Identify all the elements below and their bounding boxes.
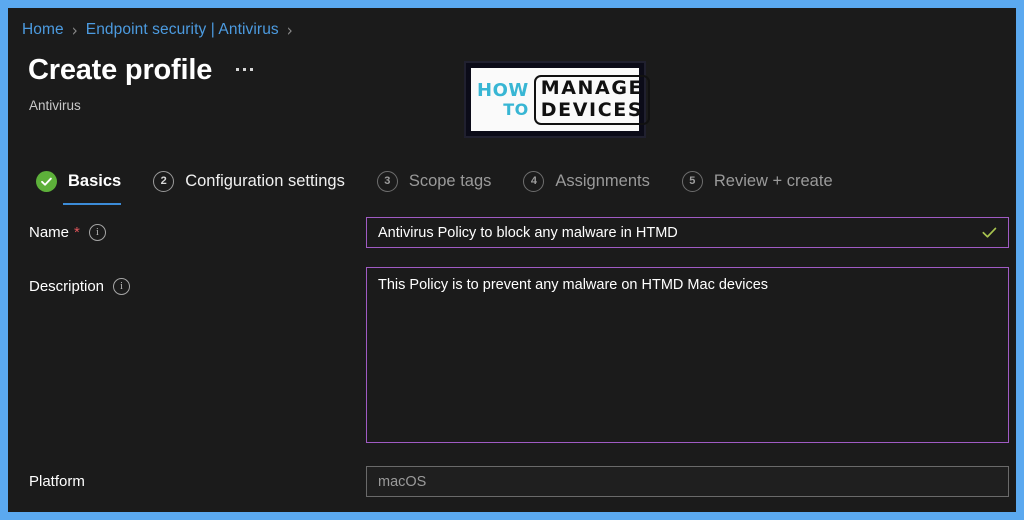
howtomanagedevices-logo: HOW TO MANAGE DEVICES [464, 61, 651, 138]
info-icon[interactable]: i [88, 224, 106, 241]
check-circle-icon [36, 170, 57, 192]
name-field-wrapper[interactable] [366, 217, 1009, 248]
breadcrumb: Home › Endpoint security | Antivirus › [22, 17, 301, 43]
tab-scope-tags[interactable]: 3 Scope tags [376, 163, 492, 199]
tab-label-configuration-settings: Configuration settings [185, 171, 345, 190]
logo-wordmark-box: MANAGE DEVICES [533, 74, 651, 125]
info-icon[interactable]: i [113, 278, 131, 295]
platform-label: Platform [29, 473, 85, 490]
name-label-text: Name [29, 224, 70, 241]
azure-portal-blade: Home › Endpoint security | Antivirus › C… [8, 8, 1016, 512]
step-number-icon: 4 [523, 170, 545, 192]
logo-word-manage: MANAGE [540, 76, 644, 99]
logo-line-to: TO [503, 99, 529, 119]
name-input[interactable] [378, 224, 981, 241]
breadcrumb-item-endpoint-security-antivirus[interactable]: Endpoint security | Antivirus [86, 21, 279, 39]
step-number-icon: 5 [681, 170, 703, 192]
wizard-tabs: Basics 2 Configuration settings 3 Scope … [36, 163, 865, 205]
tab-label-basics: Basics [68, 171, 122, 190]
dot [236, 68, 240, 71]
tab-review-create[interactable]: 5 Review + create [681, 163, 833, 199]
logo-inner: HOW TO MANAGE DEVICES [471, 68, 651, 131]
page-title: Create profile [28, 54, 213, 86]
breadcrumb-chevron-icon: › [286, 19, 293, 41]
tab-label-scope-tags: Scope tags [408, 171, 492, 190]
breadcrumb-chevron-icon: › [71, 19, 78, 41]
logo-line-how: HOW [477, 79, 529, 101]
tab-label-assignments: Assignments [555, 171, 650, 190]
description-textarea[interactable] [378, 275, 998, 435]
logo-howto-text: HOW TO [477, 79, 529, 119]
platform-input [378, 473, 997, 490]
platform-field-wrapper [366, 466, 1009, 497]
description-label: Description i [29, 278, 131, 295]
page-subtitle: Antivirus [29, 98, 81, 113]
breadcrumb-item-home[interactable]: Home [22, 21, 64, 39]
tab-assignments[interactable]: 4 Assignments [523, 163, 650, 199]
valid-check-icon [982, 227, 997, 238]
name-label: Name * i [29, 224, 106, 241]
platform-label-text: Platform [29, 473, 85, 490]
step-number-icon: 2 [153, 170, 175, 192]
tab-basics[interactable]: Basics [36, 163, 122, 205]
step-number-icon: 3 [376, 170, 398, 192]
logo-word-devices: DEVICES [540, 98, 644, 121]
dot [250, 68, 254, 71]
tab-configuration-settings[interactable]: 2 Configuration settings [153, 163, 345, 199]
overflow-menu-icon[interactable] [236, 68, 254, 71]
title-block: Create profile [28, 52, 254, 88]
dot [243, 68, 247, 71]
screenshot-frame: Home › Endpoint security | Antivirus › C… [0, 0, 1024, 520]
tab-label-review-create: Review + create [713, 171, 833, 190]
description-label-text: Description [29, 278, 105, 295]
description-field-wrapper[interactable] [366, 267, 1009, 443]
required-asterisk: * [74, 224, 80, 241]
